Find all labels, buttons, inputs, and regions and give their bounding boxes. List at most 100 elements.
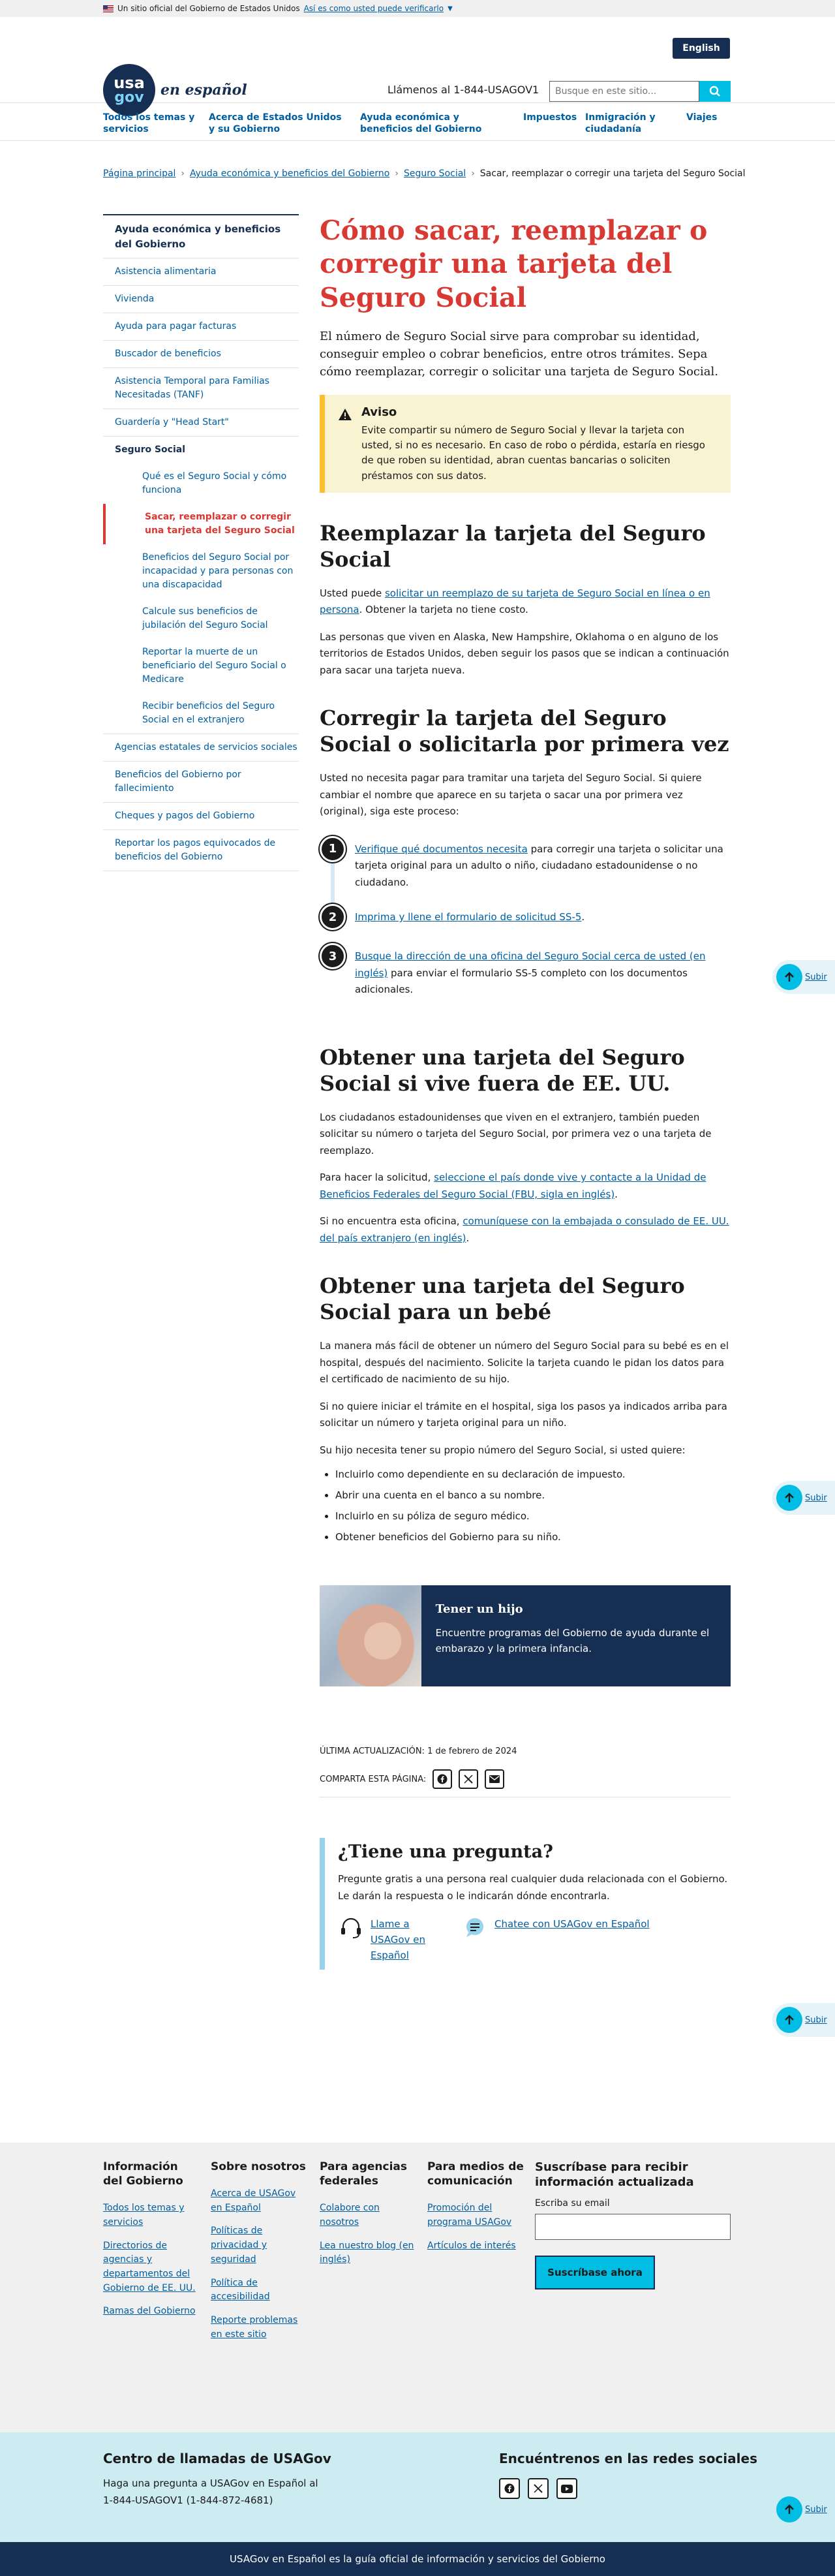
chat-icon [466,1918,483,1938]
footer-link[interactable]: Lea nuestro blog (en inglés) [320,2239,418,2267]
nav-item-acerca-de-eeuu[interactable]: Acerca de Estados Unidos y su Gobierno [209,112,346,135]
sidenav-item-tanf[interactable]: Asistencia Temporal para Familias Necesi… [103,367,299,409]
youtube-link[interactable] [556,2478,577,2499]
facebook-share-button[interactable] [433,1769,453,1790]
share-label: COMPARTA ESTA PÁGINA: [320,1774,427,1784]
back-to-top-button[interactable]: Subir [772,960,835,994]
subscribe-form: Suscríbase para recibir información actu… [535,2160,731,2289]
language-toggle-button[interactable]: English [673,38,730,59]
breadcrumb-home[interactable]: Página principal [103,168,175,179]
sidenav-item-cheques[interactable]: Cheques y pagos del Gobierno [103,802,299,830]
call-link[interactable]: Llame a USAGov en Español [371,1916,429,1963]
to-top-label[interactable]: Subir [805,2015,827,2025]
footer-link[interactable]: Artículos de interés [427,2239,525,2254]
site-header: English usa gov en español Llámenos al 1… [0,17,835,116]
footer-link[interactable]: Reporte problemas en este sitio [211,2314,309,2342]
footer-link[interactable]: Todos los temas y servicios [103,2201,201,2229]
text-fragment: . Obtener la tarjeta no tiene costo. [359,604,528,616]
nav-item-todos-los-temas[interactable]: Todos los temas y servicios [103,112,201,135]
email-field[interactable] [535,2213,731,2240]
promo-card[interactable]: Tener un hijo Encuentre programas del Go… [320,1585,731,1687]
sidenav-title[interactable]: Ayuda económica y beneficios del Gobiern… [103,214,299,258]
to-top-label[interactable]: Subir [805,972,827,982]
subscribe-button[interactable]: Suscríbase ahora [535,2255,655,2289]
sidenav-item-facturas[interactable]: Ayuda para pagar facturas [103,313,299,340]
section-heading-extranjero: Obtener una tarjeta del Seguro Social si… [320,1044,685,1096]
footer-link[interactable]: Colabore con nosotros [320,2201,418,2229]
footer-link[interactable]: Directorios de agencias y departamentos … [103,2239,201,2296]
nav-item-ayuda-economica[interactable]: Ayuda económica y beneficios del Gobiern… [360,112,510,135]
nav-item-impuestos[interactable]: Impuestos [523,112,577,124]
sidenav-subitem-extranjero[interactable]: Recibir beneficios del Seguro Social en … [103,693,299,734]
nav-item-inmigracion[interactable]: Inmigración y ciudadanía [585,112,663,135]
facebook-icon [504,2483,515,2494]
footer-col-title: Para medios de comunicación [427,2160,524,2188]
list-item: Incluirlo en su póliza de seguro médico. [335,1508,731,1524]
search-input[interactable] [549,81,699,102]
call-option[interactable]: Llame a USAGov en Español [338,1916,429,1963]
footer-link[interactable]: Política de accesibilidad [211,2276,309,2304]
nav-item-viajes[interactable]: Viajes [686,112,717,124]
sidenav-item-asistencia-alimentaria[interactable]: Asistencia alimentaria [103,258,299,285]
main-nav: Todos los temas y servicios Acerca de Es… [0,103,835,141]
x-share-button[interactable] [459,1769,479,1790]
call-center-title: Centro de llamadas de USAGov [103,2451,331,2466]
process-step: 2 Imprima y llene el formulario de solic… [320,904,731,931]
footer-link[interactable]: Políticas de privacidad y seguridad [211,2224,309,2267]
list-item: Incluirlo como dependiente en su declara… [335,1466,731,1482]
section-paragraph: Si no quiere iniciar el trámite en el ho… [320,1400,727,1429]
call-center: Centro de llamadas de USAGov Haga una pr… [103,2451,331,2509]
breadcrumb-ayuda[interactable]: Ayuda económica y beneficios del Gobiern… [190,168,389,179]
step-link-formulario[interactable]: Imprima y llene el formulario de solicit… [355,911,581,923]
contact-options: Llame a USAGov en Español Chatee con USA… [338,1916,731,1963]
sidenav-subitem-active[interactable]: Sacar, reemplazar o corregir una tarjeta… [103,504,299,544]
call-center-section: Centro de llamadas de USAGov Haga una pr… [0,2432,835,2542]
step-text: Busque la dirección de una oficina del S… [355,943,731,999]
back-to-top-button[interactable]: Subir [772,1481,835,1515]
breadcrumb-seguro-social[interactable]: Seguro Social [404,168,466,179]
x-icon [534,2484,543,2493]
to-top-label[interactable]: Subir [805,1493,827,1503]
chat-option[interactable]: Chatee con USAGov en Español [462,1916,650,1963]
x-link[interactable] [528,2478,549,2499]
gov-banner-verify-link[interactable]: Así es como usted puede verificarlo [304,4,444,13]
question-box: ¿Tiene una pregunta? Pregunte gratis a u… [320,1838,731,1970]
sidenav-subitem-que-es[interactable]: Qué es el Seguro Social y cómo funciona [103,463,299,504]
footer: Información del Gobierno Todos los temas… [0,2143,835,2432]
sidenav-subitem-jubilacion[interactable]: Calcule sus beneficios de jubilación del… [103,598,299,639]
sidenav-item-seguro-social[interactable]: Seguro Social [103,436,299,463]
sidenav-item-buscador[interactable]: Buscador de beneficios [103,340,299,367]
call-us-text[interactable]: Llámenos al 1-844-USAGOV1 [387,84,539,96]
chevron-right-icon: › [471,168,475,179]
chevron-right-icon: › [181,168,185,179]
card-title: Tener un hijo [435,1602,523,1617]
bottom-bar-text: USAGov en Español es la guía oficial de … [230,2553,605,2565]
email-share-button[interactable] [485,1769,505,1790]
sidenav-item-pagos-equivocados[interactable]: Reportar los pagos equivocados de benefi… [103,830,299,871]
search-form [549,81,731,102]
footer-col-about: Sobre nosotros Acerca de USAGov en Españ… [211,2160,309,2351]
chat-link[interactable]: Chatee con USAGov en Español [494,1916,650,1963]
sidenav-subitem-incapacidad[interactable]: Beneficios del Seguro Social por incapac… [103,544,299,598]
sidenav-item-vivienda[interactable]: Vivienda [103,285,299,313]
arrow-up-icon [776,2496,802,2522]
step-link-documentos[interactable]: Verifique qué documentos necesita [355,843,528,855]
x-icon [464,1775,473,1784]
to-top-label[interactable]: Subir [805,2505,827,2515]
footer-link[interactable]: Acerca de USAGov en Español [211,2187,309,2215]
logo-text-usa: usa [114,74,145,92]
page-lead: El número de Seguro Social sirve para co… [320,329,718,379]
footer-link[interactable]: Ramas del Gobierno [103,2304,201,2319]
social-media: Encuéntrenos en las redes sociales [499,2451,757,2499]
footer-link[interactable]: Promoción del programa USAGov [427,2201,525,2229]
sidenav-item-guarderia[interactable]: Guardería y "Head Start" [103,409,299,436]
back-to-top-button[interactable]: Subir [772,2003,835,2037]
facebook-link[interactable] [499,2478,520,2499]
footer-col-title: Información del Gobierno [103,2160,183,2188]
search-button[interactable] [699,81,731,102]
sidenav-item-agencias[interactable]: Agencias estatales de servicios sociales [103,734,299,761]
sidenav-subitem-muerte[interactable]: Reportar la muerte de un beneficiario de… [103,639,299,693]
chevron-down-icon[interactable]: ▼ [448,5,453,12]
section-paragraph: Para hacer la solicitud, seleccione el p… [320,1170,731,1203]
sidenav-item-fallecimiento[interactable]: Beneficios del Gobierno por fallecimient… [103,761,299,802]
